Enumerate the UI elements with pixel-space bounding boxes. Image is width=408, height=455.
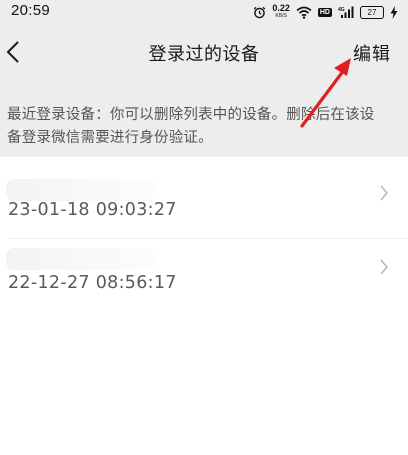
status-time: 20:59 xyxy=(11,2,51,19)
divider xyxy=(8,238,408,239)
net-speed-value: 0.22 xyxy=(272,3,290,13)
page-title: 登录过的设备 xyxy=(148,44,260,65)
svg-text:4G: 4G xyxy=(338,7,345,13)
status-icons: 0.22 KB/S HD 4G 27 xyxy=(253,4,398,20)
device-login-time: 22-12-27 08:56:17 xyxy=(8,273,177,293)
device-item[interactable]: 23-01-18 09:03:27 xyxy=(0,171,408,243)
net-speed-unit: KB/S xyxy=(275,13,287,19)
device-name-redacted xyxy=(6,248,156,270)
battery-indicator: 27 xyxy=(360,5,384,19)
wifi-icon xyxy=(296,6,312,19)
net-speed-indicator: 0.22 KB/S xyxy=(272,4,290,20)
device-login-time: 23-01-18 09:03:27 xyxy=(8,200,177,220)
chevron-right-icon xyxy=(380,185,388,201)
chevron-right-icon xyxy=(380,259,388,275)
alarm-icon xyxy=(254,6,266,18)
notice-text: 最近登录设备：你可以删除列表中的设备。删除后在该设备登录微信需要进行身份验证。 xyxy=(7,107,375,146)
hd-badge: HD xyxy=(317,7,332,17)
battery-level: 27 xyxy=(367,7,377,17)
device-item[interactable]: 22-12-27 08:56:17 xyxy=(0,240,408,312)
edit-button[interactable]: 编辑 xyxy=(353,40,391,66)
page: 20:59 0.22 KB/S HD 4G 27 登录过的设备 编辑 最近登录设… xyxy=(0,0,408,455)
device-name-redacted xyxy=(6,179,156,201)
header-area: 20:59 0.22 KB/S HD 4G 27 登录过的设备 编辑 最近登录设… xyxy=(0,0,408,157)
signal-icon: 4G xyxy=(338,6,354,18)
nav-bar: 登录过的设备 编辑 xyxy=(0,26,408,82)
charging-icon xyxy=(390,5,398,19)
status-bar: 20:59 0.22 KB/S HD 4G 27 xyxy=(0,0,408,26)
